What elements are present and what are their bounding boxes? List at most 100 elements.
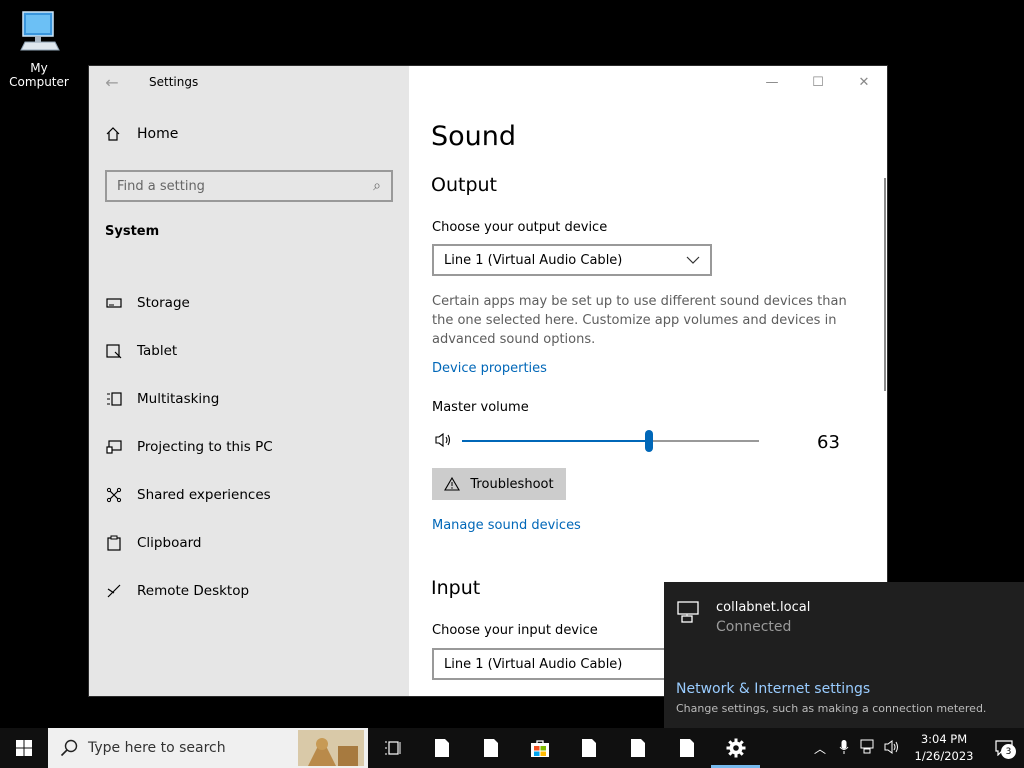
volume-slider[interactable] (462, 430, 759, 452)
taskbar-app-settings[interactable] (711, 728, 760, 768)
taskbar: Type here to search ︿ 3:04 PM 1/26/2023 … (0, 728, 1024, 768)
clipboard-icon (105, 534, 123, 552)
maximize-icon: ☐ (812, 74, 824, 90)
tablet-icon (105, 342, 123, 360)
sidebar-item-multitasking[interactable]: Multitasking (89, 375, 409, 423)
microphone-button[interactable] (832, 739, 856, 758)
taskbar-app-file-4[interactable] (613, 728, 662, 768)
show-hidden-icons-button[interactable]: ︿ (808, 740, 832, 757)
output-heading: Output (431, 174, 497, 196)
storage-icon (105, 294, 123, 312)
maximize-button[interactable]: ☐ (795, 66, 841, 98)
file-icon (679, 739, 694, 757)
clock-date: 1/26/2023 (914, 749, 974, 763)
minimize-icon: — (765, 74, 779, 90)
taskbar-app-file-5[interactable] (662, 728, 711, 768)
search-highlight-image (298, 730, 364, 766)
master-volume-label: Master volume (432, 400, 529, 415)
file-icon (630, 739, 645, 757)
network-settings-link[interactable]: Network & Internet settings (676, 681, 870, 697)
sidebar-item-label: Projecting to this PC (137, 439, 273, 455)
sidebar-item-shared-experiences[interactable]: Shared experiences (89, 471, 409, 519)
taskbar-app-file-1[interactable] (417, 728, 466, 768)
desktop-icon-my-computer[interactable]: My Computer (0, 8, 78, 89)
clock[interactable]: 3:04 PM 1/26/2023 (904, 731, 984, 765)
multitasking-icon (105, 390, 123, 408)
taskbar-app-file-3[interactable] (564, 728, 613, 768)
output-device-value: Line 1 (Virtual Audio Cable) (444, 252, 623, 268)
close-icon: ✕ (858, 74, 870, 90)
ethernet-icon (677, 601, 699, 623)
ethernet-icon (860, 739, 874, 753)
arrow-left-icon: ← (105, 72, 119, 92)
troubleshoot-button[interactable]: Troubleshoot (432, 468, 566, 500)
master-volume-row: 63 (432, 430, 852, 454)
app-title: Settings (149, 75, 199, 89)
home-icon (106, 127, 120, 141)
volume-tray-button[interactable] (880, 739, 904, 757)
network-connection[interactable]: collabnet.local Connected (676, 600, 810, 635)
taskbar-app-file-2[interactable] (466, 728, 515, 768)
sidebar-item-clipboard[interactable]: Clipboard (89, 519, 409, 567)
sidebar-item-label: Storage (137, 295, 190, 311)
volume-slider-thumb[interactable] (645, 430, 654, 452)
settings-search[interactable]: ⌕ (105, 170, 393, 202)
network-flyout: collabnet.local Connected Network & Inte… (664, 582, 1024, 728)
output-device-label: Choose your output device (432, 220, 608, 235)
action-center-button[interactable]: 3 (984, 728, 1024, 768)
chevron-down-icon (686, 256, 700, 264)
nav-home-label: Home (137, 126, 179, 142)
network-settings-hint: Change settings, such as making a connec… (676, 702, 987, 715)
section-label: System (105, 224, 160, 239)
warning-icon (444, 477, 461, 491)
sidebar-item-label: Remote Desktop (137, 583, 250, 599)
taskbar-search-placeholder: Type here to search (88, 740, 226, 756)
chevron-up-icon: ︿ (813, 741, 826, 756)
file-icon (483, 739, 498, 757)
search-icon: ⌕ (373, 178, 381, 194)
speaker-icon (884, 739, 898, 754)
projecting-icon (105, 438, 123, 456)
network-status: Connected (716, 619, 792, 635)
start-button[interactable] (0, 728, 48, 768)
output-device-dropdown[interactable]: Line 1 (Virtual Audio Cable) (432, 244, 712, 276)
back-button[interactable]: ← (89, 66, 135, 98)
sidebar-item-tablet[interactable]: Tablet (89, 327, 409, 375)
volume-value: 63 (817, 432, 840, 453)
search-input[interactable] (117, 178, 374, 194)
shared-experiences-icon (105, 486, 123, 504)
sidebar-item-label: Clipboard (137, 535, 202, 551)
computer-icon (20, 11, 60, 51)
minimize-button[interactable]: — (749, 66, 795, 98)
sidebar-item-projecting[interactable]: Projecting to this PC (89, 423, 409, 471)
task-view-button[interactable] (368, 728, 417, 768)
input-heading: Input (431, 577, 481, 599)
search-icon (60, 739, 78, 757)
scrollbar[interactable] (884, 178, 886, 391)
taskbar-app-store[interactable] (515, 728, 564, 768)
network-tray-button[interactable] (856, 739, 880, 758)
speaker-icon[interactable] (434, 432, 452, 448)
output-description: Certain apps may be set up to use differ… (432, 294, 847, 347)
sidebar-item-label: Multitasking (137, 391, 220, 407)
settings-sidebar: ← Settings Home ⌕ System Storage Tablet … (89, 66, 409, 696)
clock-time: 3:04 PM (920, 732, 968, 746)
sidebar-item-label: Shared experiences (137, 487, 271, 503)
sidebar-item-label: Tablet (137, 343, 178, 359)
task-view-icon (384, 741, 400, 755)
gear-icon (726, 738, 745, 758)
volume-slider-fill (462, 440, 650, 442)
window-controls: — ☐ ✕ (749, 66, 887, 98)
taskbar-search[interactable]: Type here to search (48, 728, 368, 768)
desktop-icon-label: My Computer (9, 61, 69, 89)
sidebar-item-remote-desktop[interactable]: Remote Desktop (89, 567, 409, 615)
system-tray: ︿ 3:04 PM 1/26/2023 3 (808, 728, 1024, 768)
sidebar-item-storage[interactable]: Storage (89, 279, 409, 327)
troubleshoot-label: Troubleshoot (470, 476, 554, 492)
device-properties-link[interactable]: Device properties (432, 361, 547, 376)
manage-sound-devices-link[interactable]: Manage sound devices (432, 518, 581, 533)
close-button[interactable]: ✕ (841, 66, 887, 98)
windows-logo-icon (16, 740, 32, 756)
nav-home[interactable]: Home (105, 126, 178, 142)
page-title: Sound (431, 121, 517, 152)
